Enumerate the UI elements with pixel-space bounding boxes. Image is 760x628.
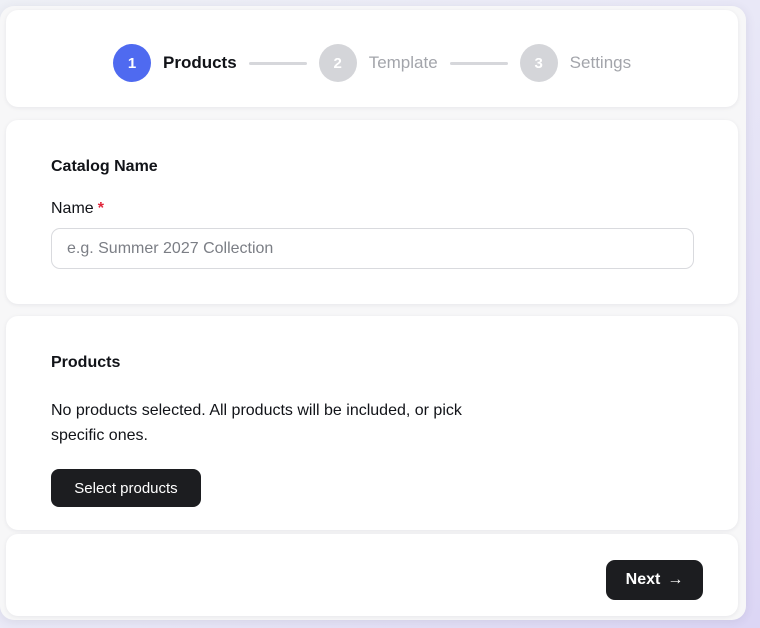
stepper: 1 Products 2 Template 3 Settings <box>113 43 631 83</box>
step-template[interactable]: 2 Template <box>318 44 438 82</box>
step-products[interactable]: 1 Products <box>113 44 237 82</box>
select-products-button[interactable]: Select products <box>51 469 201 507</box>
step-settings[interactable]: 3 Settings <box>519 44 632 82</box>
step-number-2: 2 <box>318 44 357 82</box>
arrow-right-icon: → <box>667 571 684 588</box>
next-button-label: Next <box>625 571 661 588</box>
catalog-name-card: Catalog Name Name * <box>6 120 738 304</box>
footer-card: Next → <box>6 534 738 616</box>
products-heading: Products <box>51 354 121 371</box>
catalog-wizard: 1 Products 2 Template 3 Settings Catalog… <box>0 6 746 620</box>
step-label-products: Products <box>163 53 237 72</box>
step-number-3: 3 <box>519 44 558 82</box>
stepper-card: 1 Products 2 Template 3 Settings <box>6 10 738 107</box>
products-description: No products selected. All products will … <box>51 402 462 444</box>
products-card: Products No products selected. All produ… <box>6 316 738 530</box>
step-label-template: Template <box>368 53 438 72</box>
step-connector <box>449 61 508 65</box>
name-label-text: Name <box>51 200 94 217</box>
required-marker: * <box>97 200 104 217</box>
next-button[interactable]: Next → <box>606 560 703 600</box>
step-label-settings: Settings <box>569 53 632 72</box>
catalog-name-heading: Catalog Name <box>51 158 158 175</box>
catalog-name-input[interactable] <box>51 228 694 269</box>
name-label: Name * <box>51 200 104 218</box>
step-number-1: 1 <box>113 44 151 82</box>
step-connector <box>248 61 307 65</box>
